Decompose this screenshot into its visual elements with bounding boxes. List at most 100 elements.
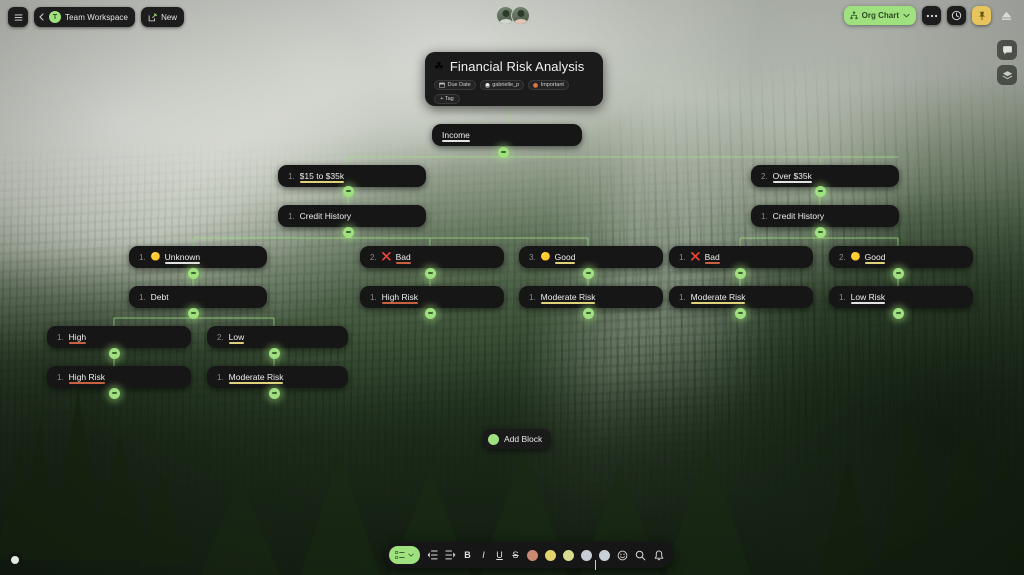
strikethrough-button[interactable]: S [511,550,520,560]
add-tag-button[interactable]: + Tag [434,94,460,104]
collapse-toggle-dot[interactable] [892,307,904,319]
root-card-header: ☘ Financial Risk Analysis [434,59,594,74]
mindmap-node[interactable]: Income [432,124,582,146]
collapse-toggle-dot[interactable] [268,347,280,359]
mindmap-node[interactable]: 1. High Risk [47,366,191,388]
record-dot-inner [11,556,19,564]
more-options-button[interactable] [922,6,941,25]
mindmap-node[interactable]: 1. 🟡 Unknown [129,246,267,268]
mindmap-node[interactable]: 2. Low [207,326,348,348]
italic-button[interactable]: I [479,550,488,560]
node-status-icon: ❌ [381,252,392,261]
collapse-toggle-dot[interactable] [342,185,354,197]
node-status-icon: 🟡 [150,252,161,261]
mindmap-node[interactable]: 1. Credit History [278,205,426,227]
collapse-toggle-dot[interactable] [734,267,746,279]
highlight-button[interactable] [972,6,991,25]
priority-tag[interactable]: Important [528,80,569,90]
new-label: New [161,12,178,22]
collaborator-avatars[interactable] [496,6,530,25]
workspace-avatar: T [49,11,61,23]
collapse-toggle-dot[interactable] [342,226,354,238]
collapse-toggle-dot[interactable] [108,387,120,399]
record-dot-icon[interactable] [7,552,23,568]
mindmap-node[interactable]: 1. $15 to $35k [278,165,426,187]
add-block-button[interactable]: Add Block [483,429,552,449]
assignee-label: gabrielle_p [492,82,520,88]
outdent-button[interactable] [427,548,438,562]
mindmap-node[interactable]: 2. Over $35k [751,165,899,187]
org-chart-button[interactable]: Org Chart [843,6,916,25]
clock-icon [951,10,962,21]
collapse-toggle-dot[interactable] [108,347,120,359]
collapse-toggle-dot[interactable] [582,267,594,279]
node-label: High Risk [68,371,106,384]
indent-icon [445,550,456,560]
mindmap-node[interactable]: 1. Moderate Risk [669,286,813,308]
collapse-toggle-dot[interactable] [814,185,826,197]
mindmap-node[interactable]: 1. High [47,326,191,348]
notifications-button[interactable] [653,548,664,562]
color-swatch[interactable] [581,549,592,561]
avatar[interactable] [511,6,530,25]
color-swatch[interactable] [527,549,538,561]
stack-tool[interactable] [997,65,1017,85]
collapse-toggle-dot[interactable] [187,267,199,279]
emoji-button[interactable] [617,548,628,562]
node-status-icon: 🟡 [540,252,551,261]
block-style-selector[interactable] [389,546,420,564]
share-button[interactable] [997,6,1016,25]
compose-icon [148,12,157,21]
collapse-toggle-dot[interactable] [892,267,904,279]
indent-button[interactable] [445,548,456,562]
list-style-icon [395,550,405,559]
due-date-tag[interactable]: Due Date [434,80,476,90]
avatar-icon [484,82,490,88]
assignee-tag[interactable]: gabrielle_p [479,80,525,90]
collapse-toggle-dot[interactable] [268,387,280,399]
root-card[interactable]: ☘ Financial Risk Analysis Due Date gabri… [425,52,603,106]
collapse-toggle-dot[interactable] [187,307,199,319]
org-chart-label: Org Chart [861,11,899,20]
mindmap-node[interactable]: 3. 🟡 Good [519,246,663,268]
mindmap-node[interactable]: 1. Moderate Risk [207,366,348,388]
node-label: Unknown [164,251,201,264]
history-button[interactable] [947,6,966,25]
pin-icon [978,11,985,20]
mindmap-node[interactable]: 2. ❌ Bad [360,246,504,268]
format-toolbar: B I U S [385,542,673,568]
color-swatch[interactable] [563,549,574,561]
collapse-toggle-dot[interactable] [814,226,826,238]
mindmap-node[interactable]: 2. 🟡 Good [829,246,973,268]
new-button[interactable]: New [141,7,185,27]
search-button[interactable] [635,548,646,562]
collapse-toggle-dot[interactable] [424,267,436,279]
node-index: 1. [139,292,146,302]
color-swatch[interactable] [545,549,556,561]
color-swatch[interactable] [599,549,610,561]
outdent-icon [427,550,438,560]
node-label: Bad [395,251,411,264]
underline-button[interactable]: U [495,550,504,560]
tag-row: Due Date gabrielle_p Important [434,80,594,90]
collapse-toggle-dot[interactable] [424,307,436,319]
workspace-switcher[interactable]: T Team Workspace [34,7,136,27]
mindmap-node[interactable]: 1. High Risk [360,286,504,308]
node-label: Good [554,251,576,264]
node-index: 1. [839,292,846,302]
mindmap-node[interactable]: 1. Credit History [751,205,899,227]
layers-icon [1002,70,1012,79]
bold-button[interactable]: B [463,550,472,560]
mindmap-node[interactable]: 1. ❌ Bad [669,246,813,268]
mindmap-node[interactable]: 1. Moderate Risk [519,286,663,308]
comment-tool[interactable] [997,40,1017,60]
bell-icon [654,549,663,560]
mindmap-node[interactable]: 1. Low Risk [829,286,973,308]
collapse-toggle-dot[interactable] [582,307,594,319]
node-index: 1. [679,292,686,302]
text-cursor [595,560,596,570]
collapse-toggle-dot[interactable] [734,307,746,319]
collapse-toggle-dot[interactable] [497,146,509,158]
hamburger-icon[interactable] [8,7,28,27]
mindmap-node[interactable]: 1. Debt [129,286,267,308]
